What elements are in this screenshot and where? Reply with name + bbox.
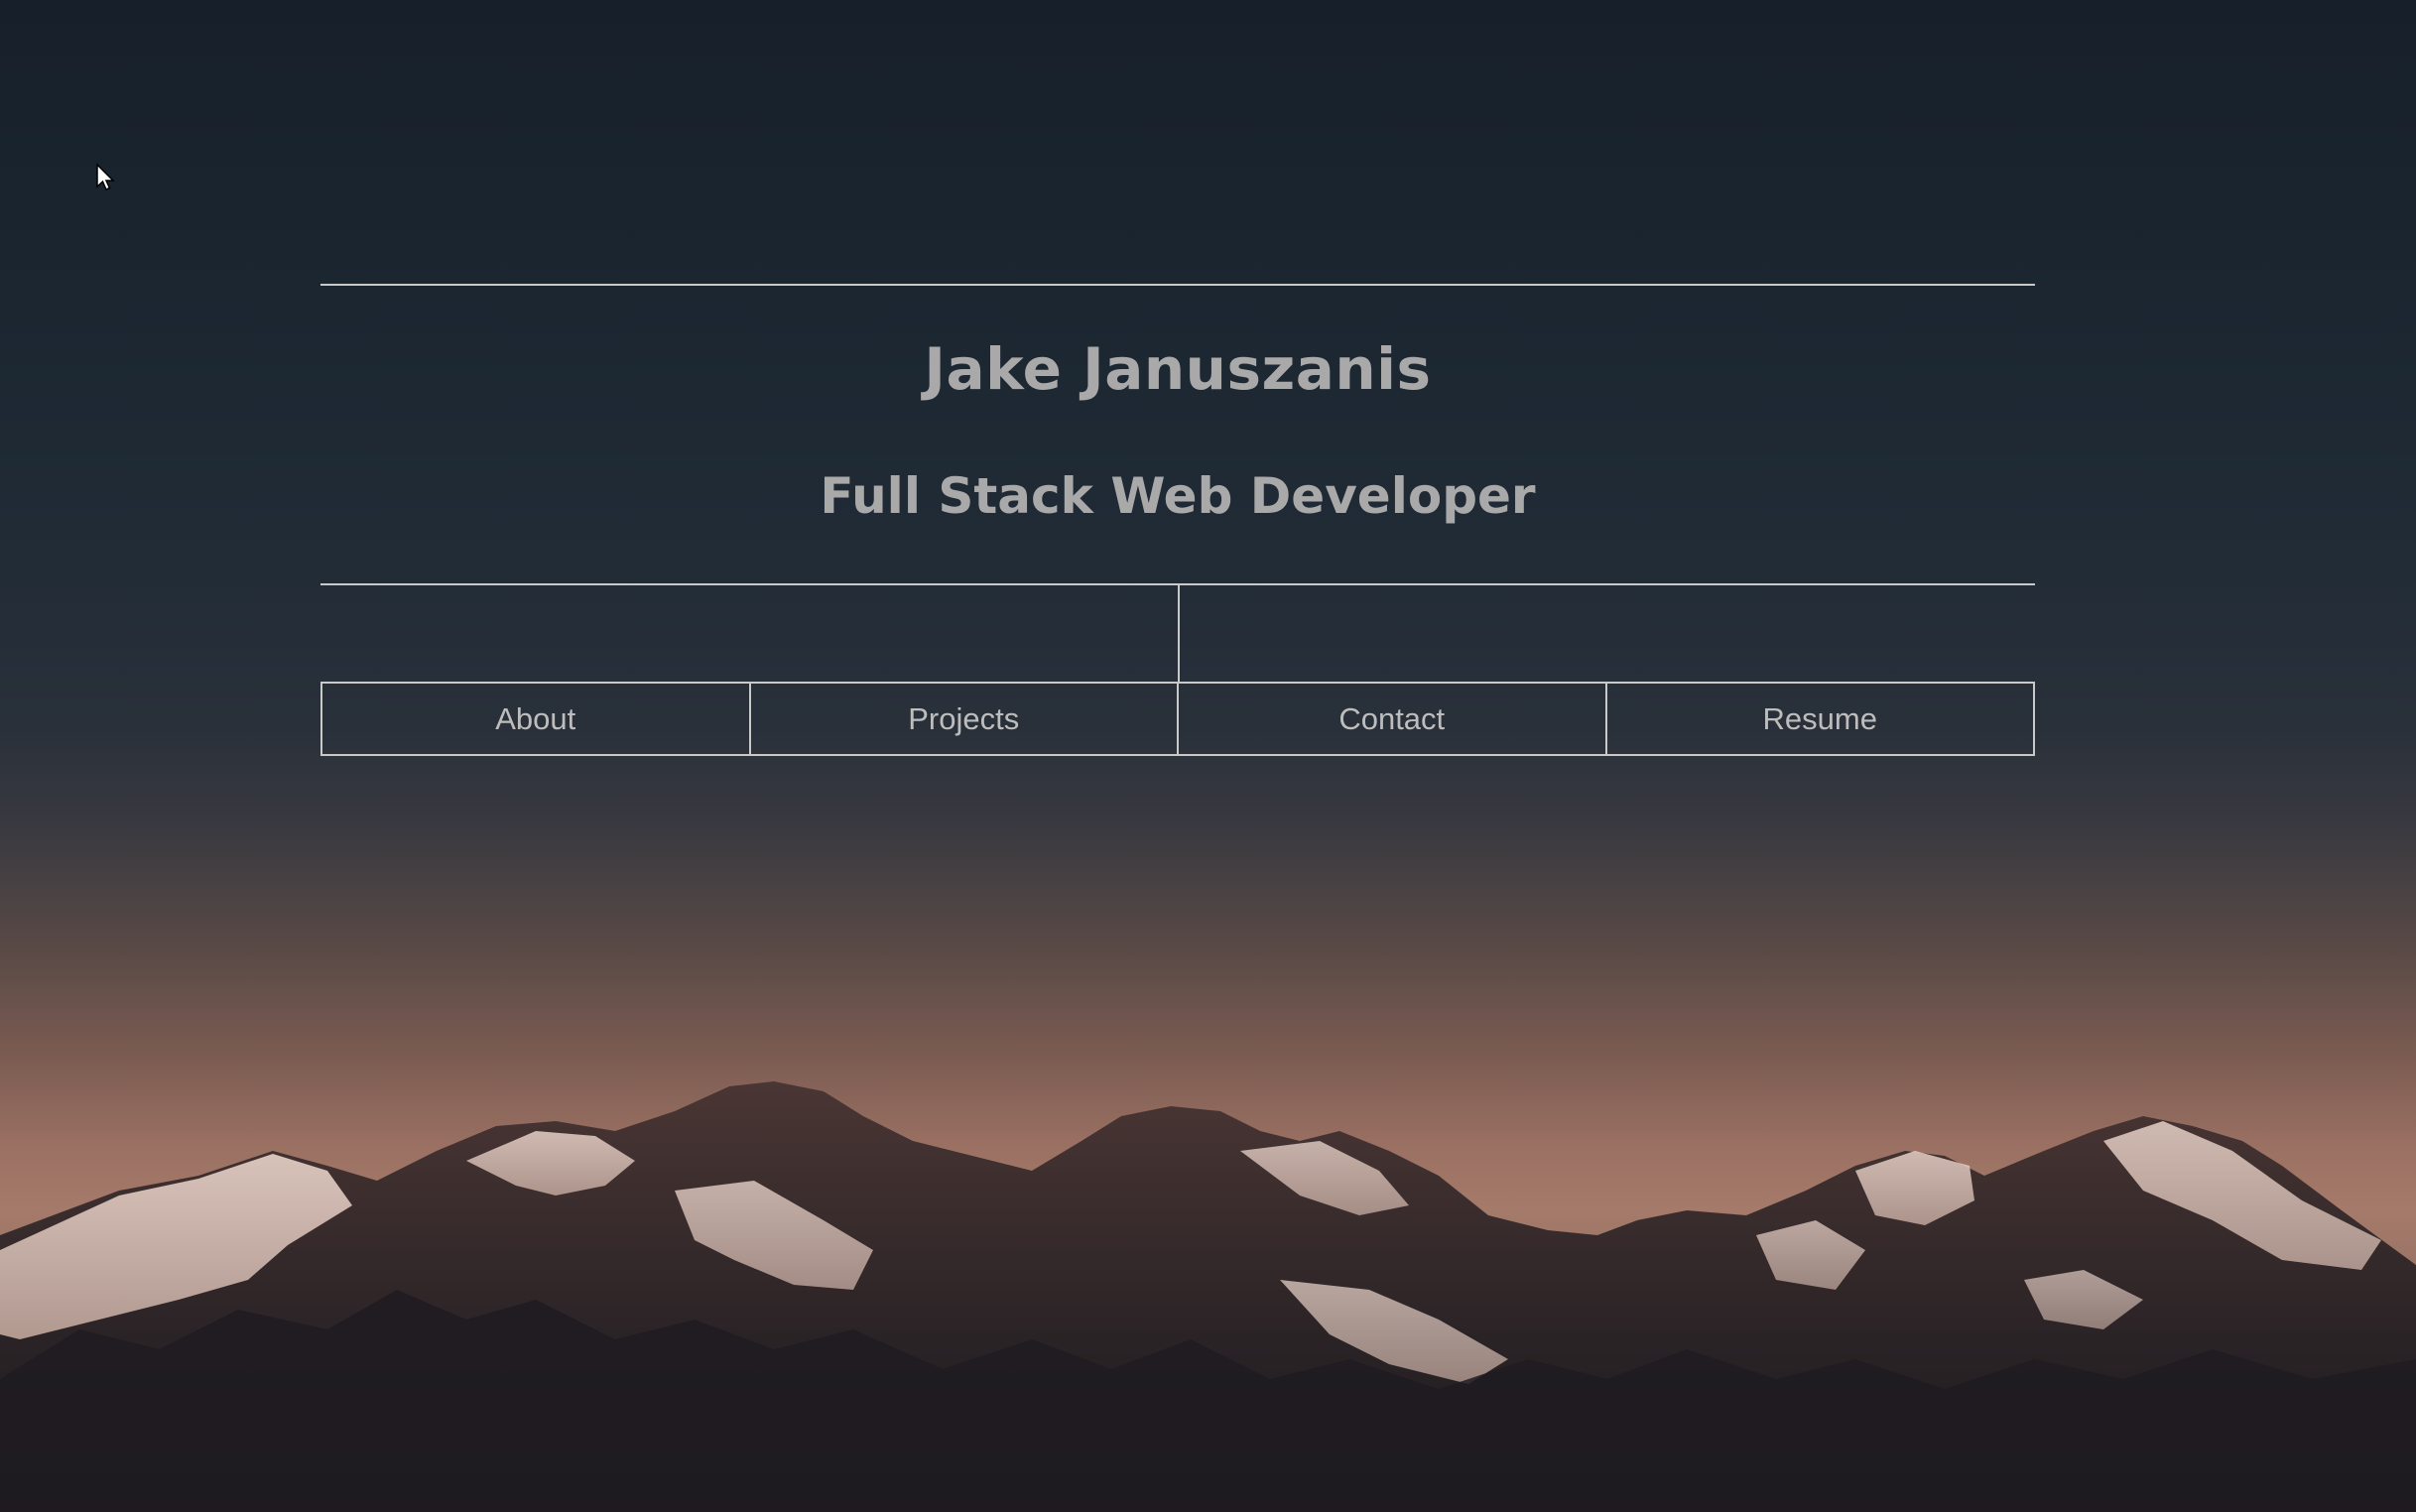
nav-projects-button[interactable]: Projects bbox=[751, 684, 1179, 754]
nav-resume-button[interactable]: Resume bbox=[1607, 684, 2034, 754]
job-title: Full Stack Web Developer bbox=[820, 467, 1536, 525]
site-owner-name: Jake Januszanis bbox=[924, 335, 1432, 403]
main-nav: About Projects Contact Resume bbox=[320, 682, 2035, 756]
mouse-pointer-icon bbox=[96, 163, 115, 190]
page: Jake Januszanis Full Stack Web Developer… bbox=[0, 0, 2416, 1512]
header-box: Jake Januszanis Full Stack Web Developer bbox=[320, 284, 2035, 585]
mountain-background-image bbox=[0, 1081, 2416, 1512]
vertical-divider bbox=[1178, 585, 1180, 683]
nav-about-button[interactable]: About bbox=[322, 684, 751, 754]
nav-contact-button[interactable]: Contact bbox=[1179, 684, 1607, 754]
